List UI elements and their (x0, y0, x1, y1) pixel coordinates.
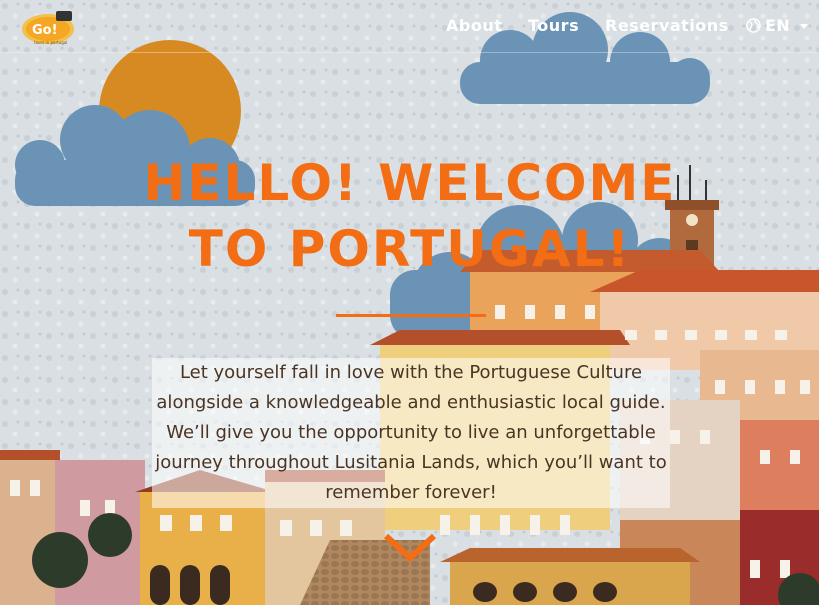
hero-background-illustration (0, 0, 819, 605)
globe-icon (746, 18, 761, 33)
chevron-down-icon[interactable] (382, 530, 438, 566)
hero-title: HELLO! WELCOME TO PORTUGAL! (143, 154, 677, 278)
navbar: Go! tours in portugal About Tours Reserv… (0, 0, 819, 53)
logo-wordmark: Go! (32, 23, 58, 38)
hero-intro-text: Let yourself fall in love with the Portu… (152, 358, 670, 508)
language-dropdown[interactable]: EN (746, 16, 809, 35)
caret-down-icon (800, 24, 809, 29)
logo-tagline: tours in portugal (34, 40, 67, 45)
nav-reservations-link[interactable]: Reservations (605, 16, 729, 35)
logo-icon[interactable]: Go! tours in portugal (20, 7, 78, 47)
nav-tours-link[interactable]: Tours (528, 16, 579, 35)
nav-about-link[interactable]: About (446, 16, 502, 35)
language-label: EN (765, 16, 791, 35)
title-divider (336, 314, 486, 317)
